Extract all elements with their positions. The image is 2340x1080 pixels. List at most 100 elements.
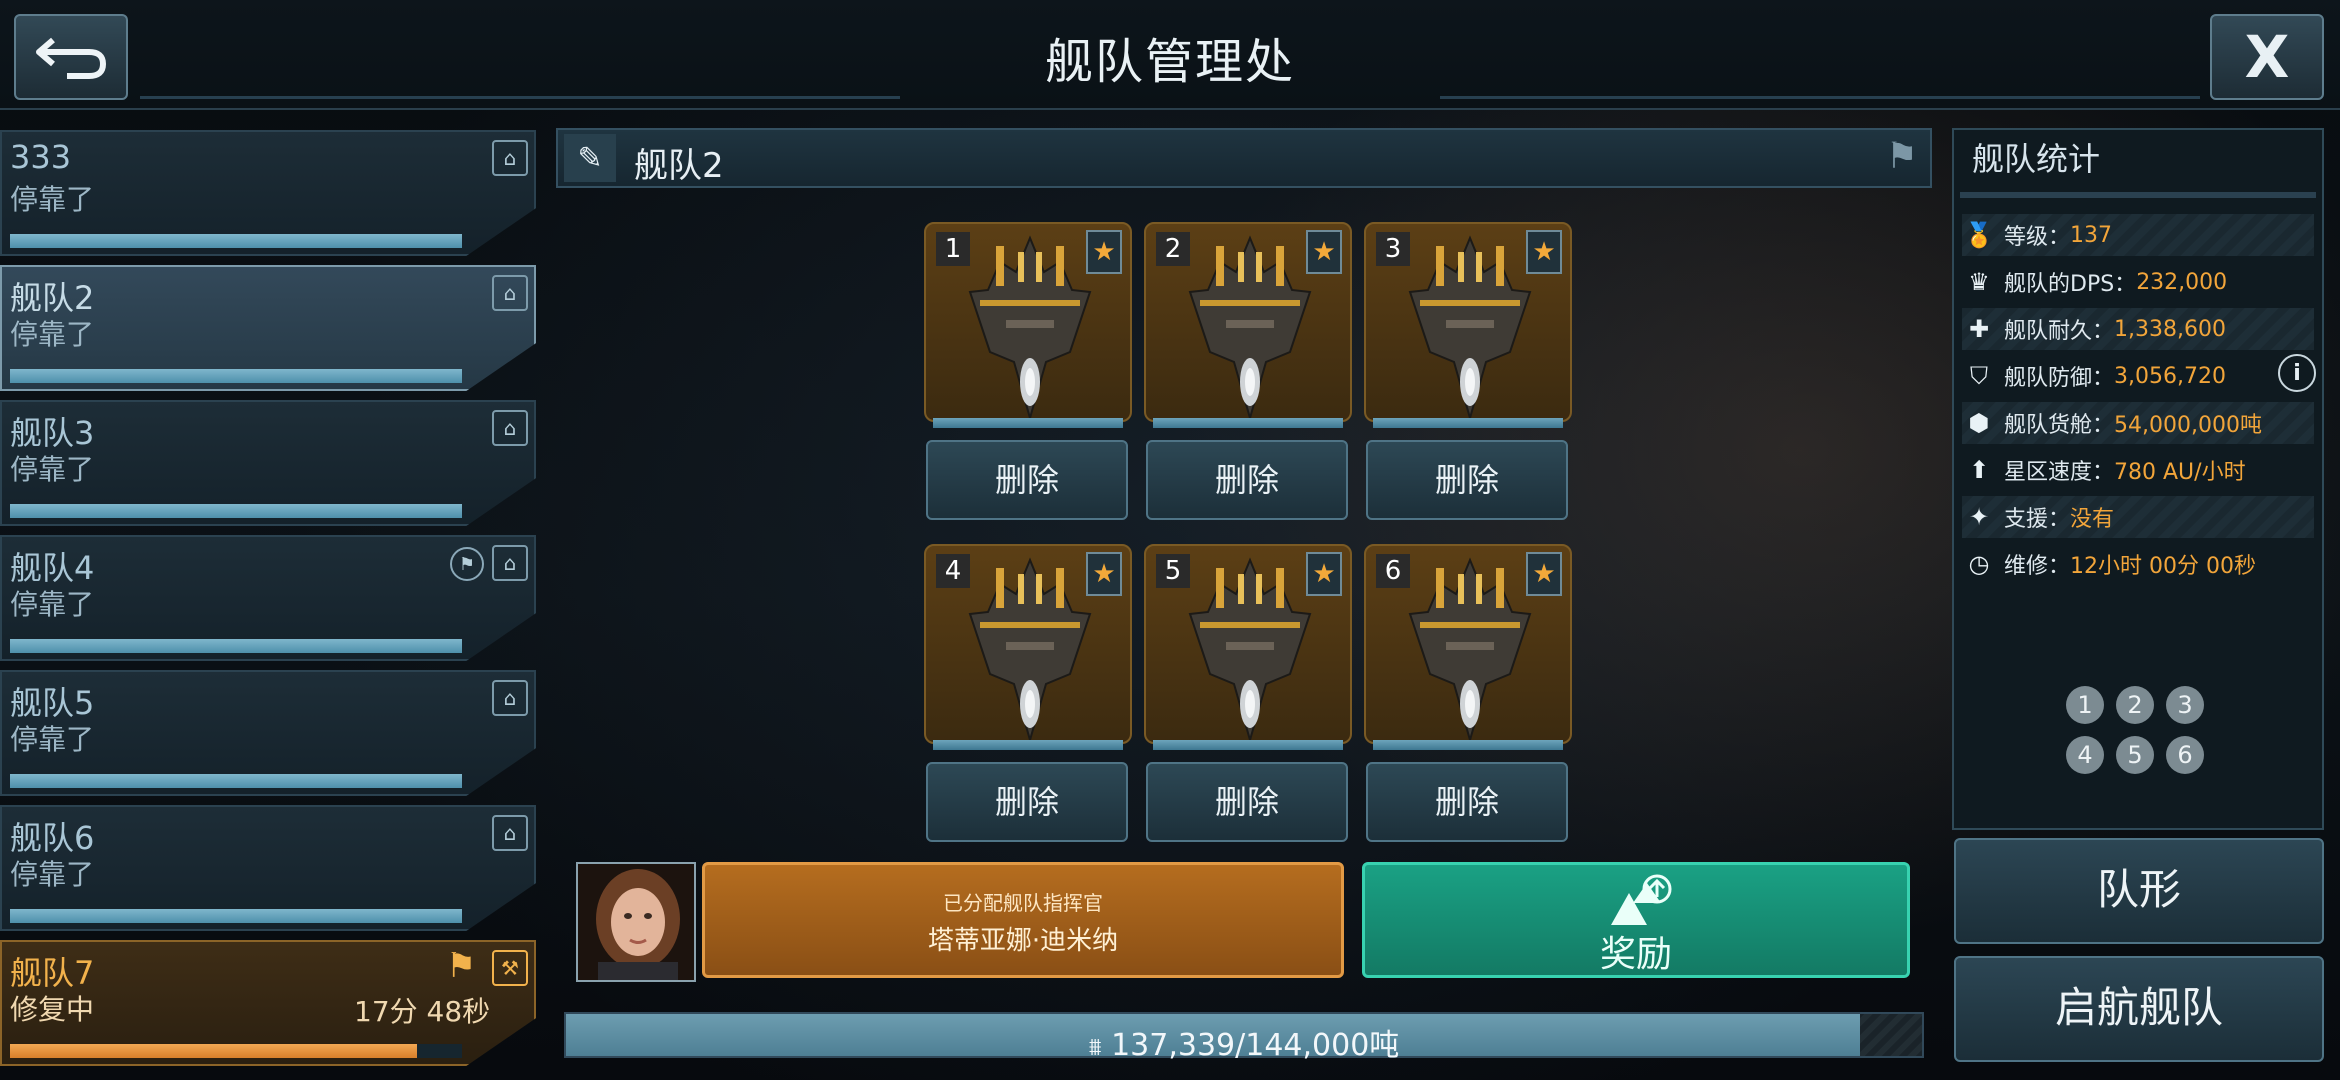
formation-dot[interactable]: 1 bbox=[2066, 686, 2104, 724]
hangar-icon[interactable]: ⌂ bbox=[492, 140, 528, 176]
clock-icon: ◷ bbox=[1968, 550, 1990, 578]
pencil-icon: ✎ bbox=[577, 140, 603, 176]
fleet-health-bar bbox=[10, 1044, 462, 1058]
hangar-icon[interactable]: ⌂ bbox=[492, 545, 528, 581]
delete-ship-button[interactable]: 删除 bbox=[1146, 440, 1348, 520]
ship-image bbox=[1188, 235, 1312, 418]
fleet-list-item[interactable]: 舰队3 停靠了 ⌂ bbox=[0, 400, 536, 526]
flag-icon[interactable]: ⚑ bbox=[1886, 136, 1918, 177]
cargo-box-icon: ⬢ bbox=[1968, 409, 1990, 437]
stat-label: 舰队防御： bbox=[2004, 366, 2115, 391]
ship-health-bar bbox=[933, 740, 1123, 750]
stat-row: ✚ 舰队耐久： 1,338,600 bbox=[1962, 308, 2314, 350]
formation-dot[interactable]: 2 bbox=[2116, 686, 2154, 724]
stat-row: ⬆ 星区速度： 780 AU/小时 bbox=[1962, 449, 2314, 491]
stat-label: 舰队货舱： bbox=[2004, 413, 2115, 438]
commander-assignment[interactable]: 已分配舰队指挥官 塔蒂亚娜·迪米纳 bbox=[702, 862, 1344, 978]
fleet-name: 333 bbox=[10, 138, 72, 176]
star-icon: ★ bbox=[1306, 230, 1342, 274]
fleet-health-bar bbox=[10, 639, 462, 653]
stat-row: ⬢ 舰队货舱： 54,000,000吨 bbox=[1962, 402, 2314, 444]
medal-icon: 🏅 bbox=[1964, 221, 1994, 249]
fleet-list-item[interactable]: 舰队5 停靠了 ⌂ bbox=[0, 670, 536, 796]
stat-value: 780 AU/小时 bbox=[2114, 460, 2246, 485]
stat-row: ◷ 维修： 12小时 00分 00秒 bbox=[1962, 543, 2314, 585]
fleet-status: 停靠了 bbox=[10, 723, 95, 756]
ship-image bbox=[968, 557, 1092, 740]
ship-image bbox=[1408, 557, 1532, 740]
delete-ship-button[interactable]: 删除 bbox=[1366, 440, 1568, 520]
formation-dot[interactable]: 4 bbox=[2066, 736, 2104, 774]
hangar-icon[interactable]: ⌂ bbox=[492, 275, 528, 311]
fleet-health-bar bbox=[10, 909, 462, 923]
fleet-list-item[interactable]: 舰队2 停靠了 ⌂ bbox=[0, 265, 536, 391]
fleet-health-fill bbox=[10, 774, 462, 788]
ship-image bbox=[1408, 235, 1532, 418]
crown-icon: ♛ bbox=[1968, 268, 1990, 296]
ship-slot[interactable]: 3 ★ bbox=[1364, 222, 1572, 422]
header-divider-left bbox=[140, 96, 900, 99]
plus-icon: ✚ bbox=[1968, 315, 1990, 343]
stat-value: 232,000 bbox=[2136, 269, 2228, 295]
ship-slot[interactable]: 6 ★ bbox=[1364, 544, 1572, 744]
formation-button[interactable]: 队形 bbox=[1954, 838, 2324, 944]
hangar-icon[interactable]: ⌂ bbox=[492, 815, 528, 851]
fleet-health-bar bbox=[10, 774, 462, 788]
delete-ship-button[interactable]: 删除 bbox=[1146, 762, 1348, 842]
ship-health-bar bbox=[1153, 418, 1343, 428]
ship-image bbox=[968, 235, 1092, 418]
star-icon: ★ bbox=[1526, 552, 1562, 596]
fleet-health-bar bbox=[10, 234, 462, 248]
fleet-status: 停靠了 bbox=[10, 858, 95, 891]
ship-slot-number: 5 bbox=[1156, 554, 1190, 588]
stat-row: 🏅 等级： 137 bbox=[1962, 214, 2314, 256]
formation-dot[interactable]: 5 bbox=[2116, 736, 2154, 774]
support-star-icon: ✦ bbox=[1968, 503, 1990, 531]
fleet-status: 停靠了 bbox=[10, 183, 95, 216]
stat-label: 星区速度： bbox=[2004, 460, 2115, 485]
fleet-health-fill bbox=[10, 909, 462, 923]
reward-button[interactable]: 奖励 bbox=[1362, 862, 1910, 978]
stat-value: 3,056,720 bbox=[2114, 363, 2226, 389]
ship-slot[interactable]: 5 ★ bbox=[1144, 544, 1352, 744]
commander-label: 已分配舰队指挥官 bbox=[943, 891, 1103, 915]
fleet-list-item[interactable]: 333 停靠了 ⌂ bbox=[0, 130, 536, 256]
hangar-icon[interactable]: ⌂ bbox=[492, 410, 528, 446]
fleet-status: 停靠了 bbox=[10, 588, 95, 621]
fleet-management-screen: 舰队管理处 X 333 停靠了 ⌂ 舰队2 停靠了 ⌂ 舰队3 停靠了 ⌂ 舰队4 停靠了 ⌂ ⚑ 舰队5… bbox=[0, 0, 2340, 1080]
commander-name: 塔蒂亚娜·迪米纳 bbox=[927, 926, 1119, 956]
stat-value: 12小时 00分 00秒 bbox=[2070, 554, 2256, 579]
edit-name-button[interactable]: ✎ bbox=[564, 134, 616, 182]
ship-slot[interactable]: 1 ★ bbox=[924, 222, 1132, 422]
page-title: 舰队管理处 bbox=[1044, 34, 1295, 90]
stat-row: ✦ 支援： 没有 bbox=[1962, 496, 2314, 538]
ship-slot[interactable]: 4 ★ bbox=[924, 544, 1132, 744]
delete-ship-button[interactable]: 删除 bbox=[1366, 762, 1568, 842]
fleet-list-item[interactable]: 舰队4 停靠了 ⌂ ⚑ bbox=[0, 535, 536, 661]
fleet-list-item[interactable]: 舰队6 停靠了 ⌂ bbox=[0, 805, 536, 931]
info-icon[interactable]: i bbox=[2278, 354, 2316, 392]
delete-ship-button[interactable]: 删除 bbox=[926, 440, 1128, 520]
delete-ship-button[interactable]: 删除 bbox=[926, 762, 1128, 842]
stat-row: ♛ 舰队的DPS： 232,000 bbox=[1962, 261, 2314, 303]
launch-fleet-button[interactable]: 启航舰队 bbox=[1954, 956, 2324, 1062]
hangar-icon[interactable]: ⌂ bbox=[492, 680, 528, 716]
ship-slot-number: 3 bbox=[1376, 232, 1410, 266]
reward-icon bbox=[1611, 874, 1672, 925]
fleet-health-bar bbox=[10, 369, 462, 383]
ship-health-bar bbox=[1373, 740, 1563, 750]
repair-icon[interactable]: ⚒ bbox=[492, 950, 528, 986]
stat-label: 维修： bbox=[2004, 554, 2071, 579]
ship-slot[interactable]: 2 ★ bbox=[1144, 222, 1352, 422]
up-arrow-icon: ⬆ bbox=[1968, 456, 1990, 484]
cargo-icon: ⩩ bbox=[1088, 1033, 1102, 1061]
commander-portrait[interactable] bbox=[576, 862, 696, 982]
fleet-list-item[interactable]: 舰队7 修复中 17分 48秒 ⚒ ⚑ bbox=[0, 940, 536, 1066]
star-icon: ★ bbox=[1086, 552, 1122, 596]
flag-icon: ⚑ bbox=[446, 946, 477, 986]
close-button[interactable]: X bbox=[2210, 14, 2324, 100]
formation-dot[interactable]: 6 bbox=[2166, 736, 2204, 774]
ship-slot-number: 4 bbox=[936, 554, 970, 588]
ship-slot-number: 1 bbox=[936, 232, 970, 266]
formation-dot[interactable]: 3 bbox=[2166, 686, 2204, 724]
